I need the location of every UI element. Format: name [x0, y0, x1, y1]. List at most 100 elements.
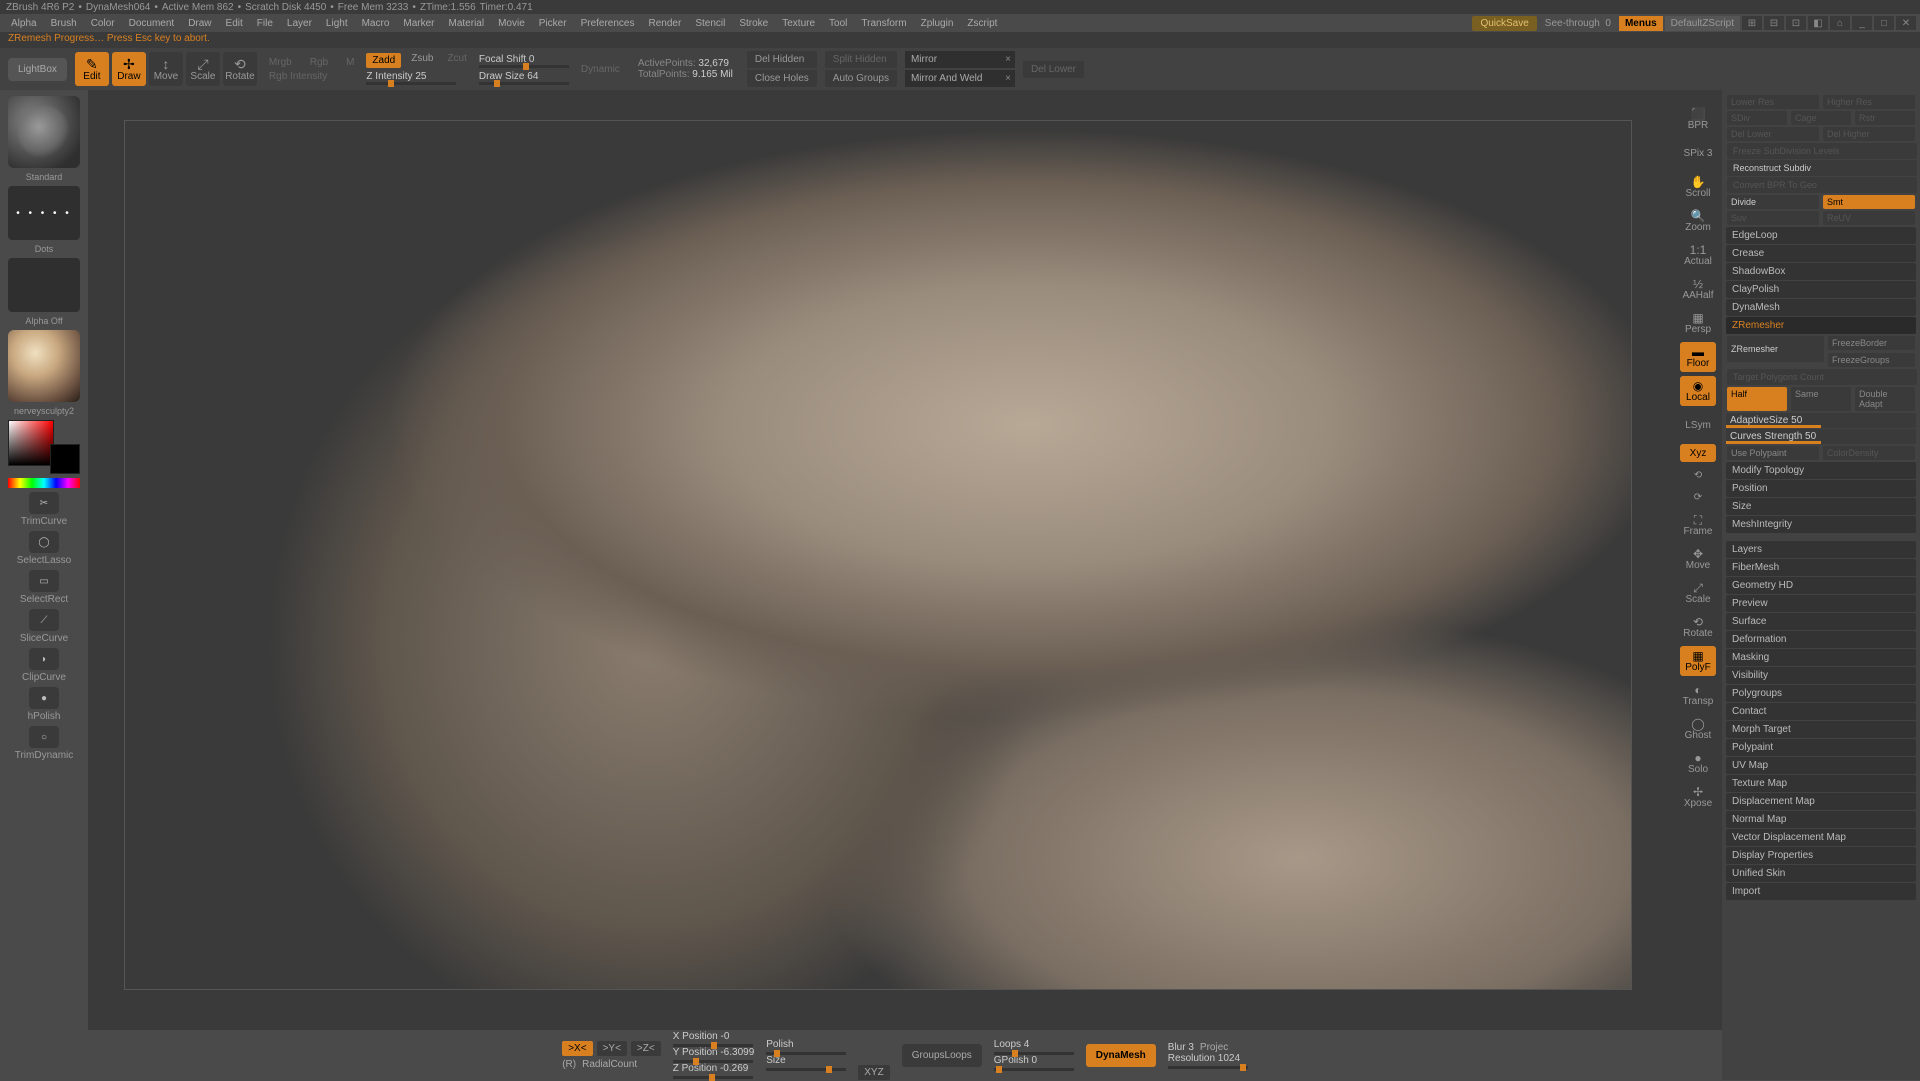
- floor-button[interactable]: ▬Floor: [1680, 342, 1716, 372]
- rotate-mode-button[interactable]: ⟲Rotate: [223, 52, 257, 86]
- y-position-slider[interactable]: Y Position -6.3099: [673, 1047, 755, 1063]
- rot-y-button[interactable]: ⟲: [1680, 466, 1716, 484]
- minimize-icon[interactable]: _: [1852, 16, 1872, 30]
- panel-deformation[interactable]: Deformation: [1726, 631, 1916, 648]
- xyz-button[interactable]: Xyz: [1680, 444, 1716, 462]
- menu-movie[interactable]: Movie: [491, 16, 532, 31]
- tool-selectrect[interactable]: ▭SelectRect: [8, 570, 80, 605]
- z-intensity-slider[interactable]: Z Intensity 25: [366, 71, 456, 85]
- menu-draw[interactable]: Draw: [181, 16, 218, 31]
- menu-macro[interactable]: Macro: [355, 16, 397, 31]
- higher-res-button[interactable]: Higher Res: [1823, 95, 1915, 109]
- brush-preview[interactable]: [8, 96, 80, 168]
- reconstruct-button[interactable]: Reconstruct Subdiv: [1727, 160, 1917, 176]
- size-slider[interactable]: Size: [766, 1055, 846, 1071]
- hue-strip[interactable]: [8, 478, 80, 488]
- panel-display-properties[interactable]: Display Properties: [1726, 847, 1916, 864]
- smt-toggle[interactable]: Smt: [1823, 195, 1915, 209]
- color-density-toggle[interactable]: ColorDensity: [1823, 446, 1915, 460]
- menu-zscript[interactable]: Zscript: [960, 16, 1004, 31]
- del-lower-button[interactable]: Del Lower: [1023, 61, 1084, 78]
- curves-strength-slider[interactable]: Curves Strength 50: [1726, 429, 1916, 444]
- layout2-icon[interactable]: ⊟: [1764, 16, 1784, 30]
- panel-vector-disp-map[interactable]: Vector Displacement Map: [1726, 829, 1916, 846]
- panel-unified-skin[interactable]: Unified Skin: [1726, 865, 1916, 882]
- menu-stroke[interactable]: Stroke: [732, 16, 775, 31]
- section-edgeloop[interactable]: EdgeLoop: [1726, 227, 1916, 244]
- section-modify-topology[interactable]: Modify Topology: [1726, 462, 1916, 479]
- panel-polygroups[interactable]: Polygroups: [1726, 685, 1916, 702]
- del-higher-geo-button[interactable]: Del Higher: [1823, 127, 1915, 141]
- tool-hpolish[interactable]: ●hPolish: [8, 687, 80, 722]
- close-icon[interactable]: ✕: [1896, 16, 1916, 30]
- menu-transform[interactable]: Transform: [854, 16, 913, 31]
- stroke-preview[interactable]: • • • • •: [8, 186, 80, 240]
- projec-toggle[interactable]: Projec: [1200, 1042, 1228, 1053]
- see-through-label[interactable]: See-through 0: [1539, 16, 1617, 31]
- scroll-button[interactable]: ✋Scroll: [1680, 172, 1716, 202]
- maximize-icon[interactable]: □: [1874, 16, 1894, 30]
- panel-fibermesh[interactable]: FiberMesh: [1726, 559, 1916, 576]
- z-position-slider[interactable]: Z Position -0.269: [673, 1063, 755, 1079]
- draw-size-slider[interactable]: Draw Size 64: [479, 71, 569, 85]
- panel-contact[interactable]: Contact: [1726, 703, 1916, 720]
- edit-mode-button[interactable]: ✎Edit: [75, 52, 109, 86]
- move-mode-button[interactable]: ↕Move: [149, 52, 183, 86]
- menu-marker[interactable]: Marker: [396, 16, 441, 31]
- panel-texture-map[interactable]: Texture Map: [1726, 775, 1916, 792]
- section-crease[interactable]: Crease: [1726, 245, 1916, 262]
- section-claypolish[interactable]: ClayPolish: [1726, 281, 1916, 298]
- nav-scale-button[interactable]: ⤢Scale: [1680, 578, 1716, 608]
- lightbox-button[interactable]: LightBox: [8, 58, 67, 81]
- gpolish-slider[interactable]: GPolish 0: [994, 1055, 1074, 1071]
- cage-button[interactable]: Cage: [1791, 111, 1851, 125]
- panel-masking[interactable]: Masking: [1726, 649, 1916, 666]
- target-poly-count[interactable]: Target Polygons Count: [1727, 369, 1917, 385]
- menu-render[interactable]: Render: [642, 16, 689, 31]
- lower-res-button[interactable]: Lower Res: [1727, 95, 1819, 109]
- polish-slider[interactable]: Polish: [766, 1039, 846, 1055]
- menu-picker[interactable]: Picker: [532, 16, 574, 31]
- rgb-toggle[interactable]: Rgb: [306, 57, 332, 68]
- section-size[interactable]: Size: [1726, 498, 1916, 515]
- rgb-intensity-slider[interactable]: Rgb Intensity: [265, 71, 331, 82]
- tool-slicecurve[interactable]: ⟋SliceCurve: [8, 609, 80, 644]
- panel-morph-target[interactable]: Morph Target: [1726, 721, 1916, 738]
- menu-file[interactable]: File: [250, 16, 280, 31]
- nav-move-button[interactable]: ✥Move: [1680, 544, 1716, 574]
- menu-tool[interactable]: Tool: [822, 16, 854, 31]
- freeze-border-toggle[interactable]: FreezeBorder: [1828, 336, 1915, 350]
- same-button[interactable]: Same: [1791, 387, 1851, 411]
- persp-button[interactable]: ▦Persp: [1680, 308, 1716, 338]
- panel-surface[interactable]: Surface: [1726, 613, 1916, 630]
- zsub-toggle[interactable]: Zsub: [407, 53, 437, 68]
- panel-import[interactable]: Import: [1726, 883, 1916, 900]
- r-toggle[interactable]: (R): [562, 1059, 576, 1070]
- color-picker[interactable]: [8, 420, 80, 474]
- xyz-toggle[interactable]: XYZ: [858, 1065, 889, 1080]
- layout-icon[interactable]: ⊞: [1742, 16, 1762, 30]
- material-preview[interactable]: [8, 330, 80, 402]
- panel-visibility[interactable]: Visibility: [1726, 667, 1916, 684]
- reuv-toggle[interactable]: ReUV: [1823, 211, 1915, 225]
- nav-rotate-button[interactable]: ⟲Rotate: [1680, 612, 1716, 642]
- zcut-toggle[interactable]: Zcut: [443, 53, 470, 68]
- panel-uv-map[interactable]: UV Map: [1726, 757, 1916, 774]
- polyf-button[interactable]: ▦PolyF: [1680, 646, 1716, 676]
- split-hidden-button[interactable]: Split Hidden: [825, 51, 897, 68]
- mirror-dropdown[interactable]: Mirror×: [905, 51, 1015, 68]
- menu-light[interactable]: Light: [319, 16, 355, 31]
- quicksave-button[interactable]: QuickSave: [1472, 16, 1536, 31]
- groupsloops-button[interactable]: GroupsLoops: [902, 1044, 982, 1067]
- freeze-groups-toggle[interactable]: FreezeGroups: [1828, 353, 1915, 367]
- menu-alpha[interactable]: Alpha: [4, 16, 44, 31]
- viewport[interactable]: [124, 120, 1632, 990]
- xpose-button[interactable]: ✢Xpose: [1680, 782, 1716, 812]
- aahalf-button[interactable]: ½AAHalf: [1680, 274, 1716, 304]
- home-icon[interactable]: ⌂: [1830, 16, 1850, 30]
- panel-preview[interactable]: Preview: [1726, 595, 1916, 612]
- m-toggle[interactable]: M: [342, 57, 358, 68]
- local-button[interactable]: ◉Local: [1680, 376, 1716, 406]
- panel-normal-map[interactable]: Normal Map: [1726, 811, 1916, 828]
- panel-polypaint[interactable]: Polypaint: [1726, 739, 1916, 756]
